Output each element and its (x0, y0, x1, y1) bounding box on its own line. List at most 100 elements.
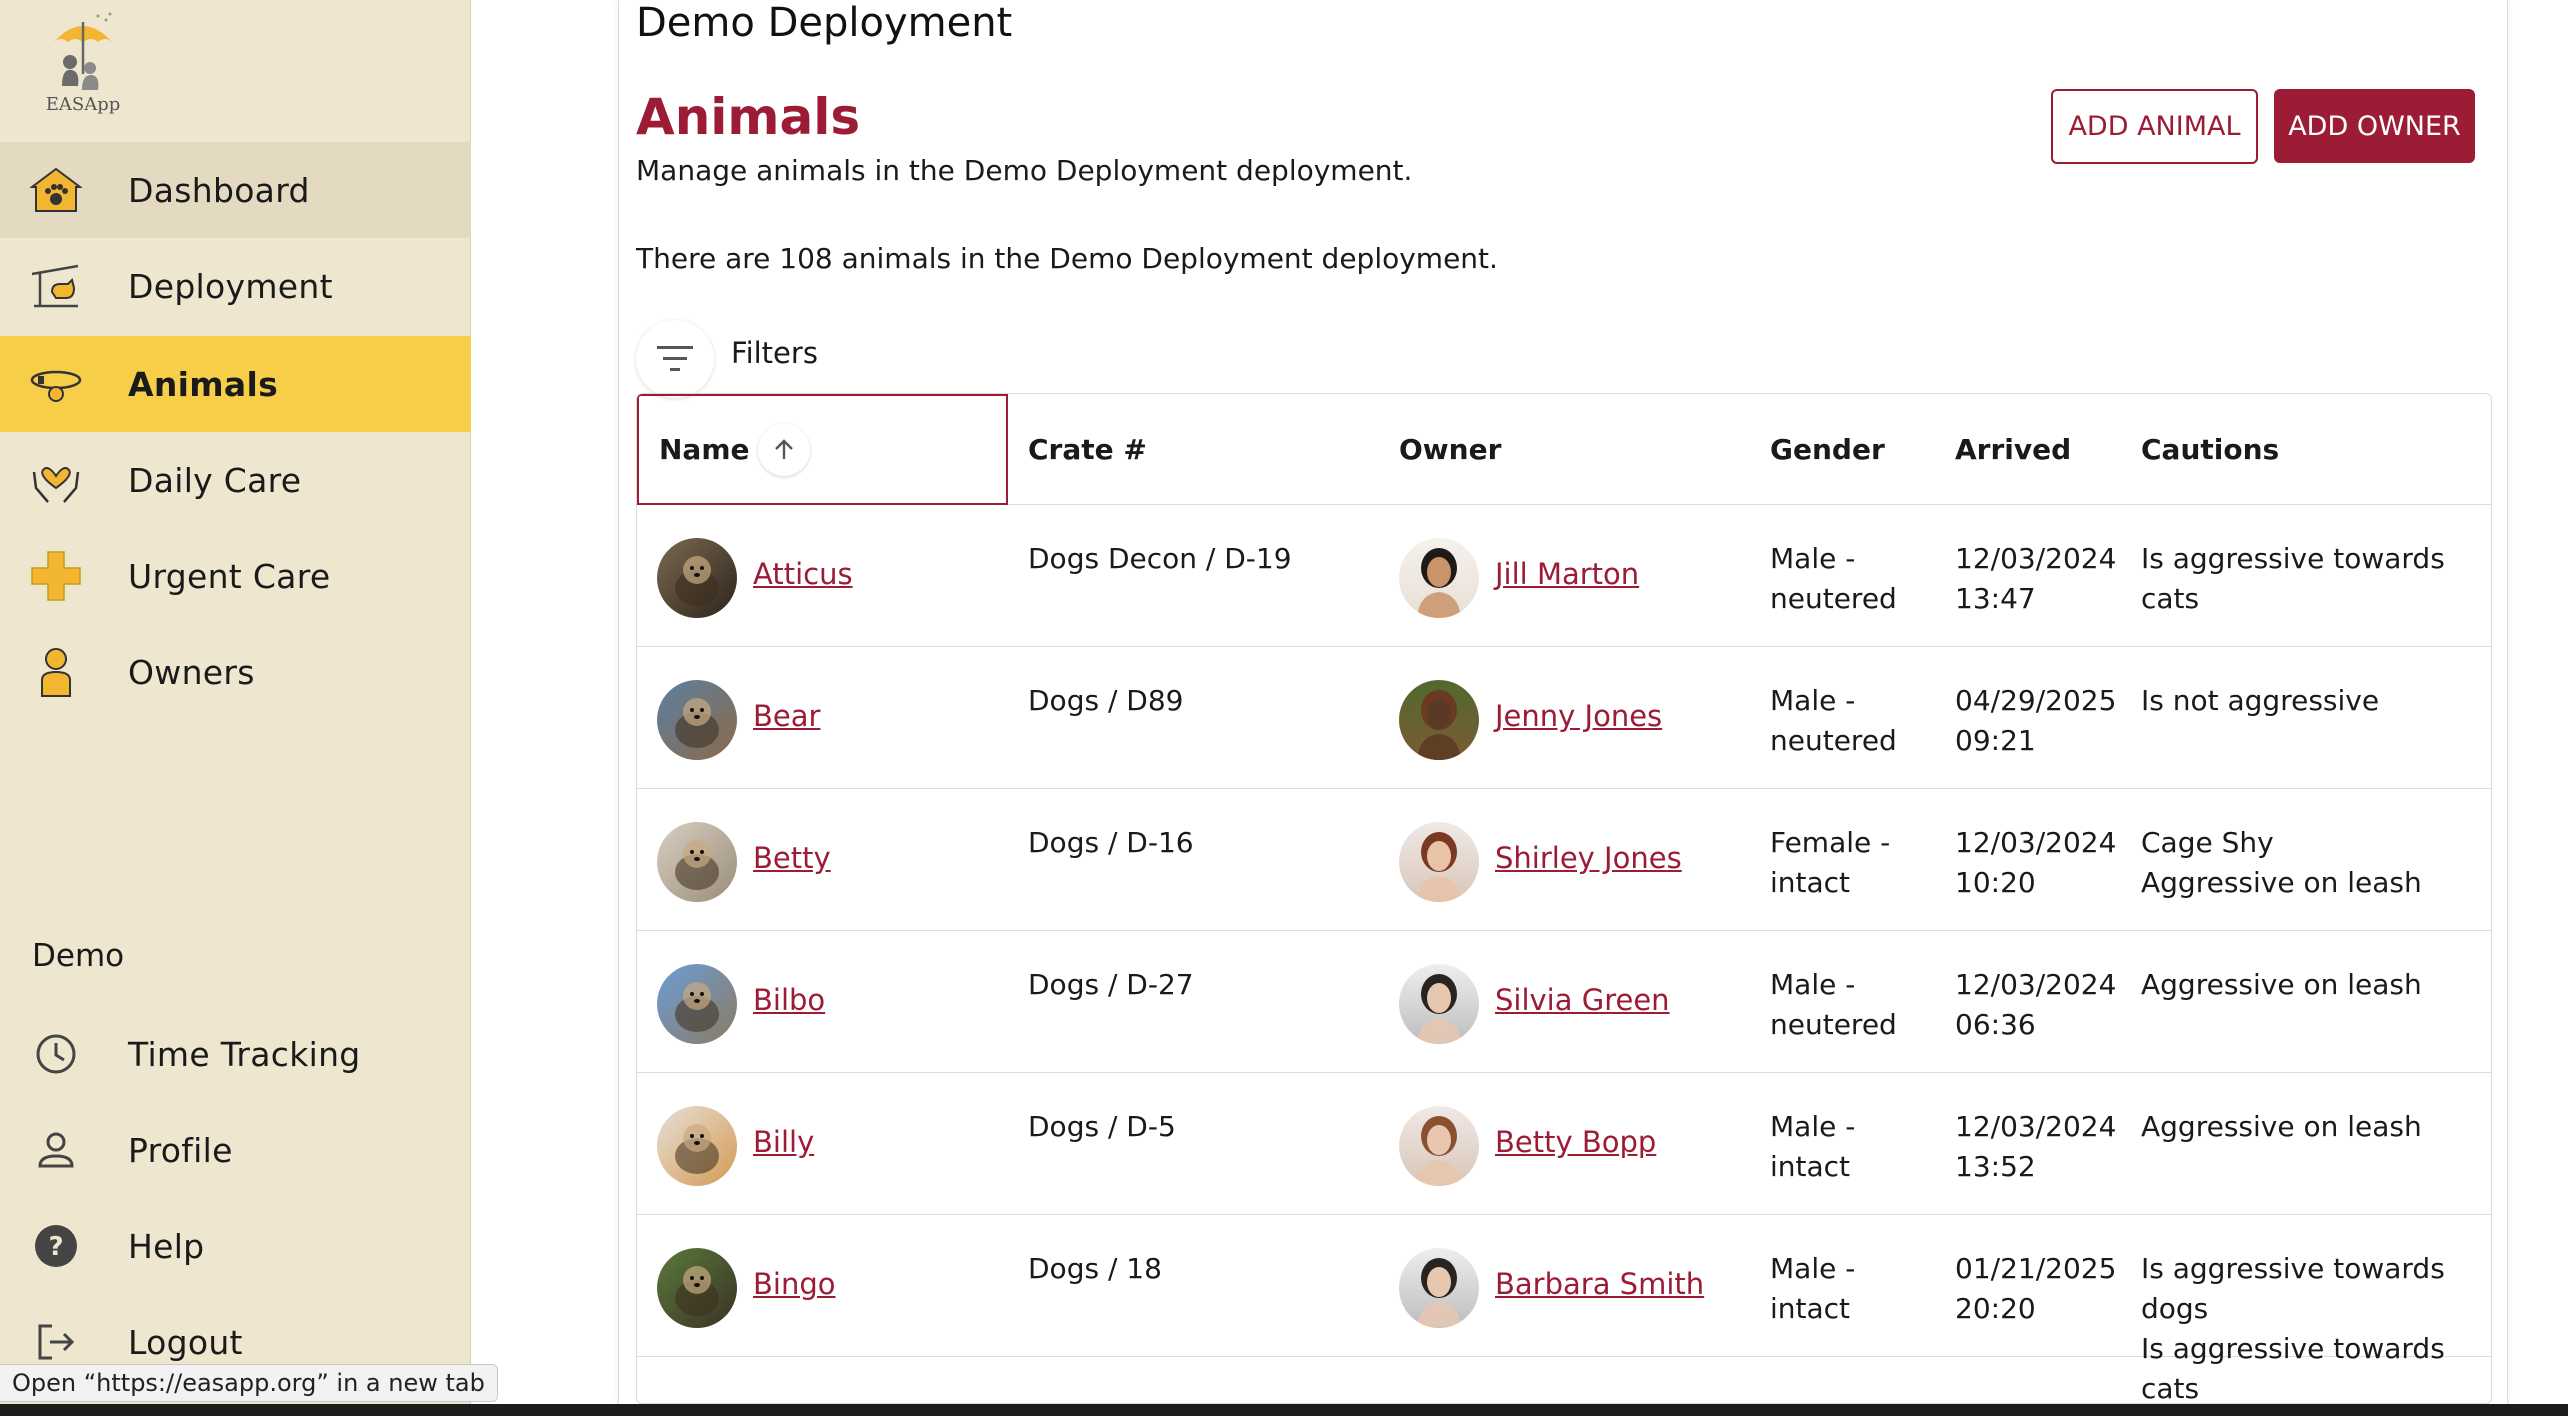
crate-cell: Dogs / D-5 (1028, 1110, 1176, 1143)
sort-ascending-icon[interactable] (757, 423, 810, 476)
column-header-arrived[interactable]: Arrived (1935, 394, 2121, 505)
column-header-crate[interactable]: Crate # (1008, 394, 1379, 505)
cautions-cell: Cage Shy Aggressive on leash (2141, 826, 2422, 899)
sidebar-item-time-tracking[interactable]: Time Tracking (0, 1006, 471, 1102)
owner-name-link[interactable]: Betty Bopp (1495, 1125, 1656, 1159)
sidebar-item-help[interactable]: ? Help (0, 1198, 471, 1294)
gender-cell: Male - neutered (1770, 684, 1897, 757)
crate-cell: Dogs / D-16 (1028, 826, 1194, 859)
table-row[interactable]: Bilbo Dogs / D-27 Silvia Green Male - neuter… (637, 931, 2491, 1073)
column-header-cautions[interactable]: Cautions (2121, 394, 2491, 505)
person-icon (30, 648, 82, 697)
gender-cell: Male - intact (1770, 1110, 1856, 1183)
sidebar-item-daily-care[interactable]: Daily Care (0, 432, 471, 528)
sidebar-item-animals[interactable]: Animals (0, 336, 471, 432)
sidebar-item-label: Help (128, 1226, 205, 1266)
sidebar-item-label: Time Tracking (128, 1034, 361, 1074)
crate-cell: Dogs / D89 (1028, 684, 1184, 717)
arrived-cell: 12/03/2024 10:20 (1955, 826, 2117, 899)
column-header-gender[interactable]: Gender (1750, 394, 1935, 505)
sidebar-item-label: Dashboard (128, 170, 310, 210)
sidebar-section-label: Demo (32, 938, 125, 974)
arrived-cell: 12/03/2024 13:47 (1955, 542, 2117, 615)
animal-photo (657, 1106, 737, 1186)
table-row[interactable]: Bingo Dogs / 18 Barbara Smith Male - intact 0… (637, 1215, 2491, 1403)
cautions-cell: Aggressive on leash (2141, 1110, 2422, 1143)
sidebar-item-urgent-care[interactable]: Urgent Care (0, 528, 471, 624)
main-content: Demo Deployment Animals Manage animals i… (618, 0, 2508, 1404)
owner-photo (1399, 1106, 1479, 1186)
sidebar-item-label: Daily Care (128, 460, 302, 500)
app-logo[interactable]: EASApp (28, 12, 138, 116)
animal-photo (657, 822, 737, 902)
filters-label[interactable]: Filters (731, 336, 818, 370)
table-row[interactable]: Atticus Dogs Decon / D-19 Jill Marton Male … (637, 505, 2491, 647)
animal-photo (657, 680, 737, 760)
sidebar-item-label: Animals (128, 364, 279, 404)
table-row[interactable]: Bear Dogs / D89 Jenny Jones Male - neutered 0… (637, 647, 2491, 789)
animal-name-link[interactable]: Betty (753, 841, 831, 875)
arrived-cell: 12/03/2024 06:36 (1955, 968, 2117, 1041)
owner-photo (1399, 538, 1479, 618)
arrived-cell: 01/21/2025 20:20 (1955, 1252, 2117, 1325)
table-header: Name Crate # Owner Gender Arrived Cautio… (637, 394, 2491, 505)
gender-cell: Male - intact (1770, 1252, 1856, 1325)
medical-cross-icon (30, 551, 82, 601)
animal-photo (657, 538, 737, 618)
gender-cell: Female - intact (1770, 826, 1891, 899)
page-title: Animals (636, 88, 861, 146)
link-status-bar: Open “https://easapp.org” in a new tab (0, 1364, 498, 1402)
animal-photo (657, 1248, 737, 1328)
logo-text: EASApp (45, 94, 121, 115)
animal-name-link[interactable]: Billy (753, 1125, 814, 1159)
help-icon: ? (30, 1222, 82, 1270)
animal-name-link[interactable]: Bear (753, 699, 820, 733)
owner-name-link[interactable]: Jenny Jones (1495, 699, 1662, 733)
sidebar-item-dashboard[interactable]: Dashboard (0, 142, 471, 238)
add-owner-button[interactable]: ADD OWNER (2274, 89, 2475, 163)
animal-name-link[interactable]: Bilbo (753, 983, 825, 1017)
sidebar-item-label: Logout (128, 1322, 243, 1362)
owner-name-link[interactable]: Silvia Green (1495, 983, 1670, 1017)
sidebar-item-owners[interactable]: Owners (0, 624, 471, 720)
add-animal-button[interactable]: ADD ANIMAL (2051, 89, 2258, 164)
owner-photo (1399, 680, 1479, 760)
owner-name-link[interactable]: Barbara Smith (1495, 1267, 1704, 1301)
table-row[interactable]: Betty Dogs / D-16 Shirley Jones Female - int… (637, 789, 2491, 931)
owner-photo (1399, 1248, 1479, 1328)
animal-name-link[interactable]: Atticus (753, 557, 853, 591)
column-header-name[interactable]: Name (637, 394, 1008, 505)
sidebar-item-label: Owners (128, 652, 255, 692)
table-row[interactable]: Billy Dogs / D-5 Betty Bopp Male - intact 12/… (637, 1073, 2491, 1215)
profile-icon (30, 1126, 82, 1174)
animal-name-link[interactable]: Bingo (753, 1267, 835, 1301)
collar-icon (30, 360, 82, 408)
owner-name-link[interactable]: Jill Marton (1495, 557, 1639, 591)
deployment-shelter-icon (30, 262, 82, 310)
svg-text:?: ? (48, 1232, 63, 1262)
sidebar-item-label: Profile (128, 1130, 233, 1170)
sidebar-item-deployment[interactable]: Deployment (0, 238, 471, 334)
gender-cell: Male - neutered (1770, 542, 1897, 615)
dashboard-paw-house-icon (30, 166, 82, 214)
filter-list-icon (657, 346, 693, 371)
animal-count-text: There are 108 animals in the Demo Deploy… (636, 242, 1498, 275)
column-header-owner[interactable]: Owner (1379, 394, 1750, 505)
bottom-edge (0, 1404, 2568, 1416)
arrived-cell: 12/03/2024 13:52 (1955, 1110, 2117, 1183)
breadcrumb[interactable]: Demo Deployment (636, 0, 1012, 46)
sidebar-item-profile[interactable]: Profile (0, 1102, 471, 1198)
arrived-cell: 04/29/2025 09:21 (1955, 684, 2117, 757)
crate-cell: Dogs / D-27 (1028, 968, 1194, 1001)
animals-table: Name Crate # Owner Gender Arrived Cautio… (636, 393, 2492, 1404)
gender-cell: Male - neutered (1770, 968, 1897, 1041)
column-header-label: Name (659, 433, 750, 466)
cautions-cell: Is aggressive towards cats (2141, 542, 2445, 615)
crate-cell: Dogs / 18 (1028, 1252, 1162, 1285)
cautions-cell: Aggressive on leash (2141, 968, 2422, 1001)
sidebar-item-label: Urgent Care (128, 556, 331, 596)
filter-button[interactable] (636, 320, 714, 398)
owner-name-link[interactable]: Shirley Jones (1495, 841, 1682, 875)
heart-hands-icon (30, 456, 82, 504)
owner-photo (1399, 822, 1479, 902)
